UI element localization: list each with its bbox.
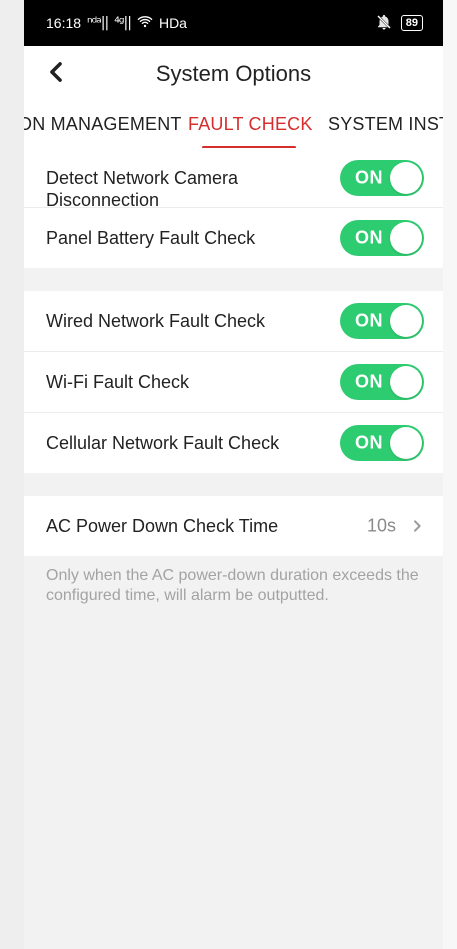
toggle-state-text: ON (355, 371, 383, 392)
toggle-wired-network-fault-check[interactable]: ON (340, 303, 424, 339)
toggle-knob (390, 305, 422, 337)
status-right: 89 (375, 13, 443, 34)
toggle-wifi-fault-check[interactable]: ON (340, 364, 424, 400)
group-1: Detect Network Camera Disconnection ON P… (24, 148, 443, 268)
row-label: Panel Battery Fault Check (46, 228, 256, 248)
toggle-knob (390, 222, 422, 254)
row-cellular-network-fault-check: Cellular Network Fault Check ON (24, 413, 443, 473)
row-label: Wi-Fi Fault Check (46, 372, 190, 392)
row-ac-power-down-check-time[interactable]: AC Power Down Check Time 10s (24, 496, 443, 556)
chevron-right-icon (409, 518, 425, 534)
left-gutter (0, 0, 24, 949)
bell-off-icon (375, 13, 393, 34)
network-label: HDa (158, 15, 187, 31)
row-wifi-fault-check: Wi-Fi Fault Check ON (24, 352, 443, 413)
wifi-icon (137, 14, 153, 33)
row-wired-network-fault-check: Wired Network Fault Check ON (24, 291, 443, 352)
tab-on-management[interactable]: ON MANAGEMENT (24, 114, 182, 135)
toggle-knob (390, 161, 422, 194)
toggle-detect-network-camera-disconnection[interactable]: ON (340, 159, 424, 196)
right-gutter (443, 0, 457, 949)
tab-fault-check[interactable]: FAULT CHECK (188, 114, 313, 135)
row-label: Cellular Network Fault Check (46, 433, 280, 453)
row-label: AC Power Down Check Time (46, 516, 279, 536)
label-text: Detect Network Camera Disconnection (46, 167, 239, 210)
battery-level: 89 (405, 17, 418, 29)
toggle-panel-battery-fault-check[interactable]: ON (340, 220, 424, 256)
row-panel-battery-fault-check: Panel Battery Fault Check ON (24, 208, 443, 268)
content: Detect Network Camera Disconnection ON P… (24, 148, 443, 948)
back-button[interactable] (42, 58, 70, 86)
row-label: Detect Network Camera Disconnection (46, 145, 346, 211)
toggle-knob (390, 427, 422, 459)
screen: 16:18 ⁿᵈᵃ|| ⁴ᵍ|| HDa 89 System Options O… (0, 0, 457, 949)
status-left: 16:18 ⁿᵈᵃ|| ⁴ᵍ|| HDa (24, 14, 187, 33)
toggle-cellular-network-fault-check[interactable]: ON (340, 425, 424, 461)
status-time: 16:18 (46, 15, 82, 31)
footnote: Only when the AC power-down duration exc… (46, 567, 419, 604)
section-spacer (24, 473, 443, 496)
signal-2: ⁴ᵍ|| (114, 15, 132, 31)
group-3: AC Power Down Check Time 10s (24, 496, 443, 556)
toggle-state-text: ON (355, 432, 383, 453)
toggle-state-text: ON (355, 167, 383, 187)
status-bar: 16:18 ⁿᵈᵃ|| ⁴ᵍ|| HDa 89 (24, 0, 443, 46)
signal-1: ⁿᵈᵃ|| (87, 15, 109, 31)
header: System Options (24, 46, 443, 102)
toggle-state-text: ON (355, 310, 383, 331)
tabs: ON MANAGEMENT FAULT CHECK SYSTEM INSTRU (24, 102, 443, 149)
row-detect-network-camera-disconnection: Detect Network Camera Disconnection ON (24, 145, 443, 211)
group-2: Wired Network Fault Check ON Wi-Fi Fault… (24, 291, 443, 473)
row-value: 10s (366, 515, 396, 536)
battery-icon: 89 (400, 15, 423, 31)
toggle-knob (390, 366, 422, 398)
app: 16:18 ⁿᵈᵃ|| ⁴ᵍ|| HDa 89 System Options O… (24, 0, 443, 949)
row-label: Wired Network Fault Check (46, 311, 266, 331)
tab-system-instru[interactable]: SYSTEM INSTRU (328, 114, 443, 135)
chevron-left-icon (50, 62, 62, 82)
section-spacer (24, 268, 443, 291)
page-title: System Options (155, 61, 312, 86)
toggle-state-text: ON (355, 227, 383, 248)
